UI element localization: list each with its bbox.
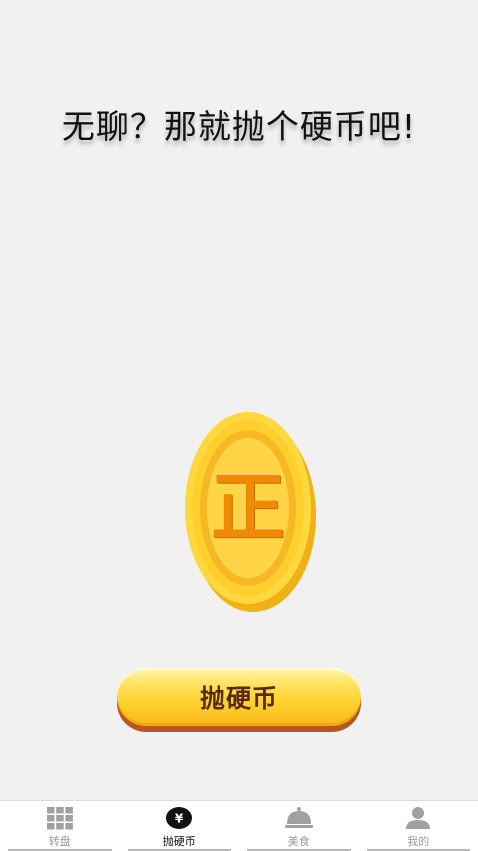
grid-icon [45,805,75,831]
page-title: 无聊？那就抛个硬币吧! [0,100,478,148]
toss-coin-button[interactable]: 抛硬币 [117,668,361,732]
tab-profile[interactable]: 我的 [359,801,478,851]
cloche-icon [284,805,314,831]
tab-wheel-label: 转盘 [49,833,71,849]
tab-food[interactable]: 美食 [239,801,359,851]
coin-face-label: 正 [185,412,311,604]
svg-text:¥: ¥ [175,812,184,826]
tab-wheel[interactable]: 转盘 [0,801,120,851]
toss-button-label: 抛硬币 [200,679,278,715]
bottom-tab-bar: 转盘 ¥ 抛硬币 美食 [0,800,478,851]
coin[interactable]: 正 [185,412,321,616]
toss-button-face: 抛硬币 [117,668,361,726]
tab-profile-label: 我的 [407,833,429,849]
user-icon [403,805,433,831]
tab-food-label: 美食 [288,833,310,849]
tab-coin-toss[interactable]: ¥ 抛硬币 [120,801,240,851]
coin-yuan-icon: ¥ [164,805,194,831]
tab-coin-toss-label: 抛硬币 [163,833,196,849]
